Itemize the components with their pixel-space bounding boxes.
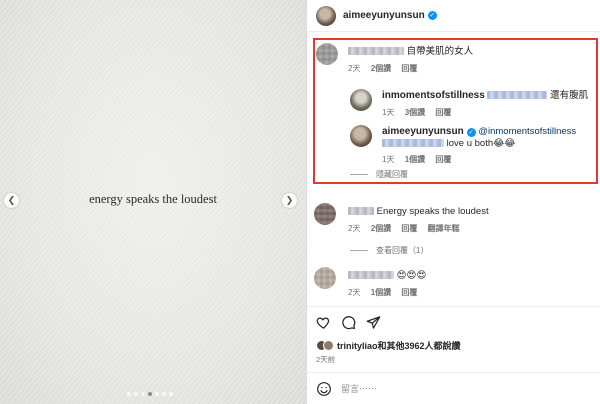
carousel-dot xyxy=(141,392,145,396)
reply-meta: 1天 1個讚 回覆 xyxy=(382,154,576,165)
reply-text: 還有腹肌 xyxy=(550,90,589,101)
reply-username[interactable]: inmomentsofstillness xyxy=(382,90,485,101)
verified-badge-icon: ✓ xyxy=(466,128,476,137)
post-timestamp: 2天前 xyxy=(316,355,336,364)
comment-time: 2天 xyxy=(348,288,361,297)
author-username[interactable]: aimeeyunyunsun xyxy=(343,10,425,21)
view-replies-button[interactable]: 查看回覆（1） xyxy=(350,245,428,256)
reply-button[interactable]: 回覆 xyxy=(401,288,417,297)
commenter-avatar-blurred[interactable] xyxy=(316,43,338,65)
reply-button[interactable]: 回覆 xyxy=(401,224,417,233)
reply-username[interactable]: aimeeyunyunsun xyxy=(382,126,464,137)
comment-likes[interactable]: 2個讚 xyxy=(371,64,391,73)
comment: Energy speaks the loudest 2天 2個讚 回覆 翻譯年糕 xyxy=(314,203,489,234)
action-icons xyxy=(316,315,381,330)
reply-item: aimeeyunyunsun ✓ @inmomentsofstillness lo… xyxy=(350,125,576,165)
view-replies-label: 查看回覆（1） xyxy=(376,246,429,255)
comment-time: 2天 xyxy=(348,64,361,73)
comment-time: 2天 xyxy=(348,224,361,233)
reply-text: love u both😂😂 xyxy=(446,138,516,149)
carousel-dot xyxy=(169,392,173,396)
carousel-dot xyxy=(162,392,166,396)
commenter-avatar-blurred[interactable] xyxy=(314,267,336,289)
reply-likes[interactable]: 3個讚 xyxy=(405,108,425,117)
reply-time: 1天 xyxy=(382,108,395,117)
translate-button[interactable]: 翻譯年糕 xyxy=(428,224,460,233)
carousel-prev-button[interactable]: ❮ xyxy=(4,193,19,208)
author-avatar[interactable] xyxy=(316,5,336,26)
blurred-mention xyxy=(382,139,444,147)
divider-line xyxy=(350,174,368,175)
comment-text: 自帶美肌的女人 xyxy=(406,46,474,57)
heart-icon[interactable] xyxy=(316,315,331,330)
comment-text: Energy speaks the loudest xyxy=(376,206,489,217)
liker-avatar xyxy=(323,340,334,351)
chevron-right-icon: ❯ xyxy=(285,195,294,205)
comment-body: Energy speaks the loudest xyxy=(348,206,489,218)
carousel-next-button[interactable]: ❯ xyxy=(282,193,297,208)
comment-meta: 2天 2個讚 回覆 xyxy=(348,63,473,74)
blurred-username xyxy=(348,207,374,215)
reply-item: inmomentsofstillness 還有腹肌 1天 3個讚 回覆 xyxy=(350,89,588,118)
verified-badge-icon: ✓ xyxy=(427,11,437,20)
reply-mention[interactable]: @inmomentsofstillness xyxy=(478,126,576,137)
comment-meta: 2天 1個讚 回覆 xyxy=(348,287,426,298)
commenter-avatar-blurred[interactable] xyxy=(314,203,336,225)
carousel-dot-active xyxy=(148,392,152,396)
comment-input[interactable] xyxy=(341,383,571,394)
replier-avatar[interactable] xyxy=(350,89,372,111)
liked-by[interactable]: trinityliao和其他3962人都說讚 xyxy=(316,339,461,352)
carousel-dot xyxy=(134,392,138,396)
reply-body: aimeeyunyunsun ✓ @inmomentsofstillness xyxy=(382,126,576,138)
reply-body-line2: love u both😂😂 xyxy=(382,138,576,150)
post-header: aimeeyunyunsun ✓ xyxy=(307,0,600,32)
carousel-dots xyxy=(127,392,173,396)
chevron-left-icon: ❮ xyxy=(7,195,16,205)
comment-meta: 2天 2個讚 回覆 翻譯年糕 xyxy=(348,223,489,234)
comment-body: 自帶美肌的女人 xyxy=(348,46,473,58)
hide-replies-label: 隱藏回覆 xyxy=(376,170,408,179)
comment-text: 😍😍😍 xyxy=(396,270,427,281)
divider-line xyxy=(350,250,368,251)
emoji-icon[interactable] xyxy=(316,381,332,397)
post-image-text: energy speaks the loudest xyxy=(89,192,217,206)
reply-time: 1天 xyxy=(382,155,395,164)
reply-meta: 1天 3個讚 回覆 xyxy=(382,107,588,118)
hide-replies-button[interactable]: 隱藏回覆 xyxy=(350,169,408,180)
blurred-username xyxy=(348,271,394,279)
replier-avatar[interactable] xyxy=(350,125,372,147)
reply-likes[interactable]: 1個讚 xyxy=(405,155,425,164)
reply-button[interactable]: 回覆 xyxy=(435,155,451,164)
comment-body: 😍😍😍 xyxy=(348,270,426,282)
comment-likes[interactable]: 2個讚 xyxy=(371,224,391,233)
reply-body: inmomentsofstillness 還有腹肌 xyxy=(382,90,588,102)
liked-by-text: trinityliao和其他3962人都說讚 xyxy=(337,341,461,351)
carousel-dot xyxy=(127,392,131,396)
post-image: energy speaks the loudest ❮ ❯ xyxy=(0,0,306,404)
comment-bar xyxy=(307,372,600,404)
comment-icon[interactable] xyxy=(341,315,356,330)
share-icon[interactable] xyxy=(366,315,381,330)
blurred-mention xyxy=(487,91,548,99)
comment: 😍😍😍 2天 1個讚 回覆 xyxy=(314,267,426,298)
reply-button[interactable]: 回覆 xyxy=(435,108,451,117)
post-side-panel: aimeeyunyunsun ✓ 自帶美肌的女人 2天 2個讚 回覆 inmom… xyxy=(306,0,600,404)
blurred-username xyxy=(348,47,404,55)
comment: 自帶美肌的女人 2天 2個讚 回覆 xyxy=(316,43,473,74)
comment-likes[interactable]: 1個讚 xyxy=(371,288,391,297)
carousel-dot xyxy=(155,392,159,396)
reply-button[interactable]: 回覆 xyxy=(401,64,417,73)
